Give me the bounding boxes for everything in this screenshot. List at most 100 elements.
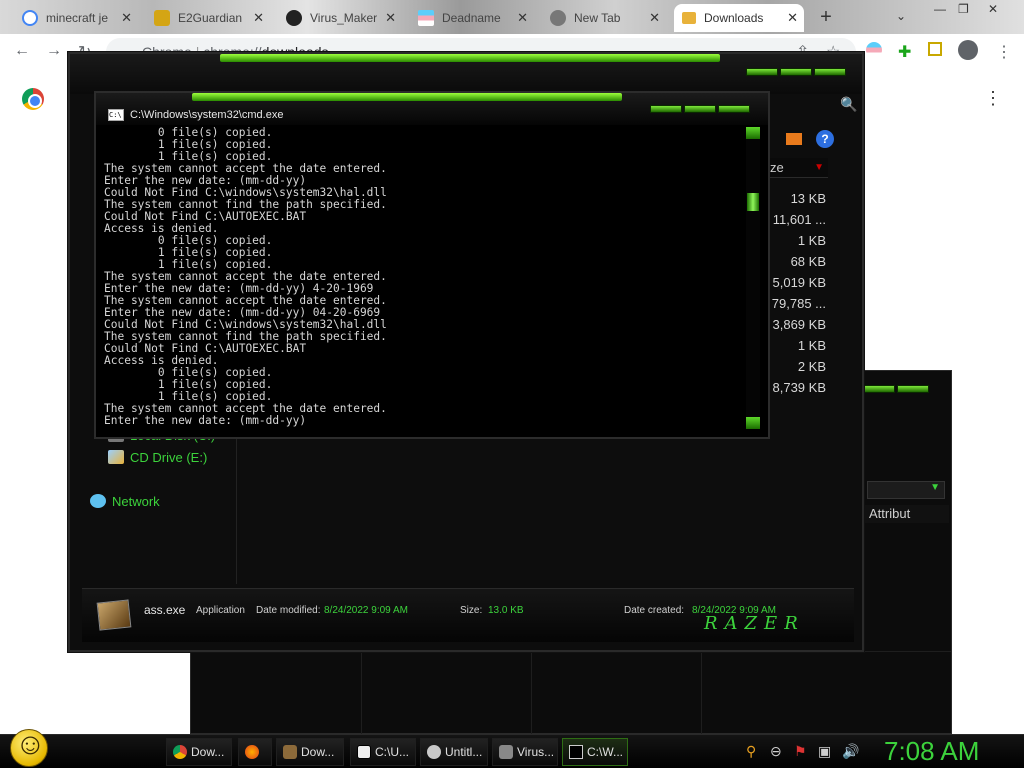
details-pane: ass.exe Application Date modified: 8/24/… [82, 588, 854, 642]
cmd-title: C:\Windows\system32\cmd.exe [130, 109, 284, 121]
taskbar-item-cmd[interactable]: C:\W... [562, 738, 628, 766]
taskbar-label: Virus... [517, 745, 555, 759]
size-column-header[interactable]: ze ▼ [766, 158, 828, 178]
nav-label: Network [112, 493, 160, 509]
scroll-thumb[interactable] [747, 193, 759, 211]
extension-icon[interactable]: ✚ [898, 42, 911, 62]
close-tab-icon[interactable]: ✕ [649, 10, 660, 26]
nav-cd-drive[interactable]: CD Drive (E:) [108, 446, 240, 468]
minimize-button[interactable] [746, 68, 778, 76]
taskbar-label: C:\W... [587, 745, 623, 759]
taskbar-item-7zip[interactable]: C:\U... [350, 738, 416, 766]
cd-drive-icon [108, 450, 124, 464]
minus-circle-icon[interactable]: ⊖ [770, 743, 782, 760]
size-label: Size: [460, 605, 483, 616]
tab-label: minecraft je [46, 11, 109, 25]
taskbar-item-paint[interactable]: Untitl... [420, 738, 488, 766]
maximize-button[interactable] [780, 68, 812, 76]
cmd-title-bar[interactable]: C:\ C:\Windows\system32\cmd.exe [96, 93, 768, 125]
taskbar-item-downloads[interactable]: Dow... [276, 738, 344, 766]
tab-label: Deadname [442, 11, 501, 25]
cmd-window[interactable]: C:\ C:\Windows\system32\cmd.exe 0 file(s… [94, 91, 770, 439]
sidepanel-icon[interactable] [928, 42, 942, 56]
taskbar-item-firefox[interactable] [238, 738, 272, 766]
7zip-icon [357, 745, 371, 759]
title-glow [220, 54, 720, 62]
tab-search-icon[interactable]: ⌄ [896, 9, 906, 23]
taskbar-label: Dow... [301, 745, 335, 759]
nav-network[interactable]: Network [90, 490, 240, 512]
maximize-button[interactable] [684, 105, 716, 113]
nav-label: CD Drive (E:) [130, 449, 208, 465]
restore-icon[interactable]: ❐ [958, 2, 969, 16]
search-tray-icon[interactable]: ⚲ [746, 743, 756, 760]
cmd-window-controls[interactable] [650, 105, 750, 113]
tab-minecraft[interactable]: minecraft je ✕ [14, 4, 138, 32]
file-thumbnail [96, 599, 132, 631]
flag-tray-icon[interactable]: ⚑ [794, 743, 807, 760]
account-avatar-icon[interactable] [958, 40, 978, 60]
back-icon[interactable]: ← [14, 42, 30, 60]
tab-label: Virus_Maker [310, 11, 378, 25]
download-icon [682, 12, 696, 24]
console-output[interactable]: 0 file(s) copied. 1 file(s) copied. 1 fi… [104, 127, 746, 433]
taskbar-label: C:\U... [375, 745, 410, 759]
close-tab-icon[interactable]: ✕ [517, 10, 528, 26]
chrome-logo-icon [22, 88, 44, 110]
close-tab-icon[interactable]: ✕ [253, 10, 264, 26]
file-name: ass.exe [144, 603, 186, 617]
title-glow [192, 93, 622, 101]
column-header-label: ze [770, 160, 784, 175]
menu-kebab-icon[interactable]: ⋮ [996, 42, 1012, 62]
mail-icon[interactable] [786, 133, 802, 145]
cmd-scrollbar[interactable] [746, 127, 760, 429]
network-icon [90, 494, 106, 508]
minimize-button[interactable] [650, 105, 682, 113]
close-button[interactable] [718, 105, 750, 113]
view-combobox[interactable]: ▼ [867, 481, 945, 499]
firefox-icon [245, 745, 259, 759]
taskbar-label: Dow... [191, 745, 225, 759]
tab-new-tab[interactable]: New Tab ✕ [542, 4, 666, 32]
close-tab-icon[interactable]: ✕ [787, 10, 798, 26]
scroll-up-button[interactable] [746, 127, 760, 139]
taskbar: Dow... Dow... C:\U... Untitl... Virus...… [0, 728, 1024, 768]
tab-label: Downloads [704, 11, 764, 25]
taskbar-item-chrome[interactable]: Dow... [166, 738, 232, 766]
network-tray-icon[interactable]: ▣ [818, 743, 831, 760]
help-icon[interactable]: ? [816, 130, 834, 148]
sort-arrow-icon[interactable]: ▼ [814, 158, 824, 178]
tab-downloads[interactable]: Downloads ✕ [674, 4, 804, 32]
explorer-window-controls[interactable] [746, 68, 846, 76]
taskbar-clock[interactable]: 7:08 AM [884, 735, 979, 767]
window-controls[interactable] [863, 385, 929, 393]
close-window-icon[interactable]: ✕ [988, 2, 998, 16]
taskbar-item-virus-maker[interactable]: Virus... [492, 738, 558, 766]
file-type: Application [196, 605, 245, 616]
close-tab-icon[interactable]: ✕ [121, 10, 132, 26]
search-icon[interactable]: 🔍 [840, 96, 857, 113]
e2guardian-icon [154, 10, 170, 26]
flag-icon [418, 10, 434, 26]
volume-icon[interactable]: 🔊 [842, 743, 859, 760]
github-icon [286, 10, 302, 26]
chrome-icon [173, 745, 187, 759]
cmd-icon [569, 745, 583, 759]
scroll-down-button[interactable] [746, 417, 760, 429]
downloads-menu-icon[interactable]: ⋮ [984, 88, 1002, 109]
tab-virus-maker[interactable]: Virus_Maker ✕ [278, 4, 402, 32]
attributes-column-header[interactable]: Attribut [861, 505, 949, 523]
date-created-label: Date created: [624, 605, 685, 616]
razer-logo: RAZER [704, 613, 805, 634]
new-tab-button[interactable]: + [812, 6, 840, 30]
minimize-icon[interactable]: — [934, 2, 946, 16]
date-modified-label: Date modified: [256, 605, 321, 616]
start-button[interactable] [10, 728, 48, 767]
close-button[interactable] [814, 68, 846, 76]
profile-flag-icon[interactable] [866, 42, 882, 58]
forward-icon[interactable]: → [46, 42, 62, 60]
tab-label: New Tab [574, 11, 621, 25]
close-tab-icon[interactable]: ✕ [385, 10, 396, 26]
tab-e2guardian[interactable]: E2Guardian ✕ [146, 4, 270, 32]
tab-deadname[interactable]: Deadname ✕ [410, 4, 534, 32]
